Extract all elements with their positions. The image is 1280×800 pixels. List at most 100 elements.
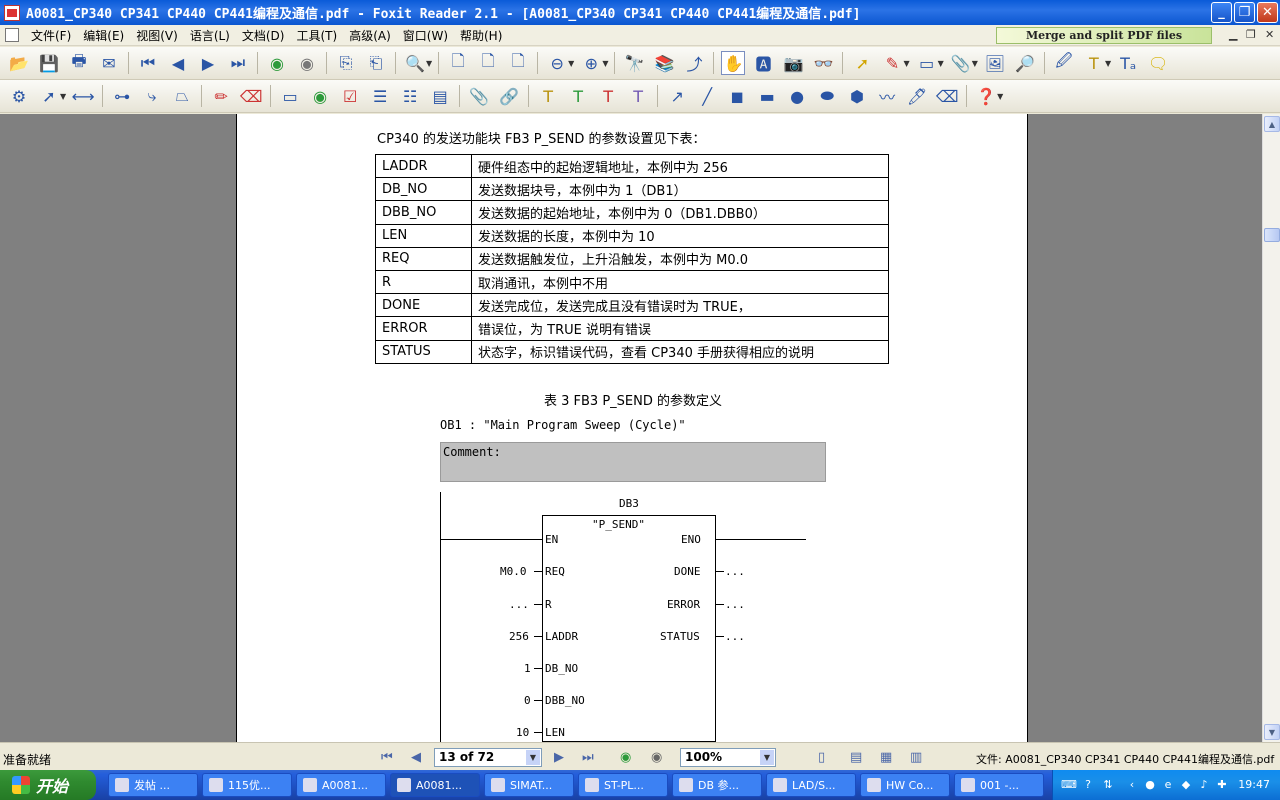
- start-button[interactable]: 开始: [0, 770, 96, 800]
- prev-page-nav-icon[interactable]: ◀: [411, 750, 421, 765]
- eraser-icon[interactable]: ⌫: [239, 84, 263, 108]
- highlight-icon[interactable]: T: [536, 84, 560, 108]
- zoom-in-dropdown-icon[interactable]: ▼: [602, 59, 608, 68]
- continuous-icon[interactable]: ▤: [850, 750, 862, 765]
- comment-icon[interactable]: 🗨: [1146, 51, 1170, 75]
- export-icon[interactable]: ⤴: [682, 51, 706, 75]
- merge-split-banner[interactable]: Merge and split PDF files: [996, 27, 1212, 44]
- speaker-icon[interactable]: ♪: [1197, 778, 1211, 792]
- attach-file-icon[interactable]: 📎: [467, 84, 491, 108]
- close-button[interactable]: ✕: [1257, 2, 1278, 23]
- link-tool-icon[interactable]: ⊶: [110, 84, 134, 108]
- clear-icon[interactable]: ⌫: [935, 84, 959, 108]
- vertical-scrollbar[interactable]: ▲ ▼: [1262, 114, 1280, 742]
- continuous-facing-icon[interactable]: ▥: [910, 750, 922, 765]
- task-button-4[interactable]: A0081...: [390, 773, 480, 797]
- text-dropdown-icon[interactable]: ▼: [1105, 59, 1111, 68]
- task-button-5[interactable]: SIMAT...: [484, 773, 574, 797]
- ie-icon[interactable]: e: [1161, 778, 1175, 792]
- prev-page-icon[interactable]: ◀: [166, 51, 190, 75]
- square-icon[interactable]: ◼: [725, 84, 749, 108]
- help-icon[interactable]: ❓: [974, 84, 998, 108]
- forward-icon[interactable]: ◉: [295, 51, 319, 75]
- cloud-icon[interactable]: 〰: [875, 84, 899, 108]
- scroll-down-icon[interactable]: ▼: [1264, 724, 1280, 740]
- zoom-dropdown-icon[interactable]: ▼: [426, 59, 432, 68]
- select-text-icon[interactable]: 🅰: [751, 51, 775, 75]
- last-page-icon[interactable]: ⏭: [226, 51, 250, 75]
- line-icon[interactable]: ╱: [695, 84, 719, 108]
- facing-icon[interactable]: ▦: [880, 750, 892, 765]
- ellipse-icon[interactable]: ⬬: [815, 84, 839, 108]
- print-icon[interactable]: 🖶: [67, 51, 91, 75]
- zoom-in-icon[interactable]: 🔍: [403, 51, 427, 75]
- hexagon-icon[interactable]: ⬢: [845, 84, 869, 108]
- menu-help[interactable]: 帮助(H): [454, 27, 508, 44]
- menu-edit[interactable]: 编辑(E): [77, 27, 130, 44]
- next-page-icon[interactable]: ▶: [196, 51, 220, 75]
- keyboard-icon[interactable]: ⌨: [1061, 778, 1077, 792]
- menu-advanced[interactable]: 高级(A): [343, 27, 397, 44]
- rotate-right-icon[interactable]: ⎗: [364, 51, 388, 75]
- qq-icon[interactable]: ●: [1143, 778, 1157, 792]
- zoom-out-circle-icon[interactable]: ⊖: [545, 51, 569, 75]
- note-dropdown-icon[interactable]: ▼: [903, 59, 909, 68]
- fit-width-icon[interactable]: 🗋: [506, 51, 530, 75]
- forward-nav-icon[interactable]: ◉: [651, 750, 662, 765]
- typewriter-toggle-icon[interactable]: 🖉: [1052, 51, 1076, 75]
- tray-expand-icon[interactable]: ‹: [1125, 778, 1139, 792]
- underline-icon[interactable]: T: [566, 84, 590, 108]
- last-page-nav-icon[interactable]: ⏭: [582, 750, 594, 765]
- menu-document[interactable]: 文档(D): [236, 27, 291, 44]
- document-menu-icon[interactable]: [5, 28, 19, 42]
- polygon-tool-icon[interactable]: ⏢: [170, 84, 194, 108]
- network-icon[interactable]: ⇅: [1101, 778, 1115, 792]
- page-dropdown-icon[interactable]: ▼: [526, 750, 540, 765]
- search-icon[interactable]: 🔎: [1013, 51, 1037, 75]
- scroll-thumb[interactable]: [1264, 228, 1280, 242]
- button-field-icon[interactable]: ▭: [278, 84, 302, 108]
- page-number-field[interactable]: 13 of 72 ▼: [434, 748, 542, 767]
- rotate-left-icon[interactable]: ⎘: [334, 51, 358, 75]
- first-page-nav-icon[interactable]: ⏮: [381, 750, 393, 765]
- help-tray-icon[interactable]: ?: [1081, 778, 1095, 792]
- pencil-icon[interactable]: ✏: [209, 84, 233, 108]
- select-annotation-icon[interactable]: ➚: [850, 51, 874, 75]
- list-field-icon[interactable]: ☰: [368, 84, 392, 108]
- shield-icon[interactable]: ◆: [1179, 778, 1193, 792]
- zoom-field[interactable]: 100% ▼: [680, 748, 776, 767]
- circle-icon[interactable]: ●: [785, 84, 809, 108]
- menu-tools[interactable]: 工具(T): [290, 27, 343, 44]
- back-icon[interactable]: ◉: [265, 51, 289, 75]
- foxit-app-icon[interactable]: [4, 4, 20, 21]
- distance-icon[interactable]: ⟷: [71, 84, 95, 108]
- attach-dropdown-icon[interactable]: ▼: [972, 59, 978, 68]
- menu-view[interactable]: 视图(V): [130, 27, 184, 44]
- pdf-page[interactable]: CP340 的发送功能块 FB3 P_SEND 的参数设置见下表： LADDR 硬…: [236, 114, 1028, 742]
- first-page-icon[interactable]: ⏮: [136, 51, 160, 75]
- attach-icon[interactable]: 📎: [949, 51, 973, 75]
- back-nav-icon[interactable]: ◉: [620, 750, 631, 765]
- fit-page-icon[interactable]: 🗋: [476, 51, 500, 75]
- task-button-1[interactable]: 发帖 ...: [108, 773, 198, 797]
- rectangle-icon[interactable]: ▬: [755, 84, 779, 108]
- arrow-dropdown-icon[interactable]: ▼: [60, 92, 66, 101]
- checkbox-field-icon[interactable]: ☑: [338, 84, 362, 108]
- strikeout-icon[interactable]: T: [596, 84, 620, 108]
- arrow-line-icon[interactable]: ↗: [665, 84, 689, 108]
- doc-close-icon[interactable]: ✕: [1265, 28, 1274, 41]
- reader-icon[interactable]: 👓: [811, 51, 835, 75]
- zoom-in-circle-icon[interactable]: ⊕: [579, 51, 603, 75]
- rectangle-dropdown-icon[interactable]: ▼: [938, 59, 944, 68]
- save-icon[interactable]: 💾: [37, 51, 61, 75]
- doc-minimize-icon[interactable]: ▁: [1229, 28, 1237, 41]
- note-tool-icon[interactable]: ✎: [880, 51, 904, 75]
- minimize-button[interactable]: _: [1211, 2, 1232, 23]
- doc-restore-icon[interactable]: ❐: [1246, 28, 1256, 41]
- task-button-7[interactable]: DB 参...: [672, 773, 762, 797]
- task-button-10[interactable]: 001 -...: [954, 773, 1044, 797]
- gear-icon[interactable]: ⚙: [7, 84, 31, 108]
- menu-language[interactable]: 语言(L): [184, 27, 236, 44]
- task-button-2[interactable]: 115优...: [202, 773, 292, 797]
- menu-file[interactable]: 文件(F): [25, 27, 77, 44]
